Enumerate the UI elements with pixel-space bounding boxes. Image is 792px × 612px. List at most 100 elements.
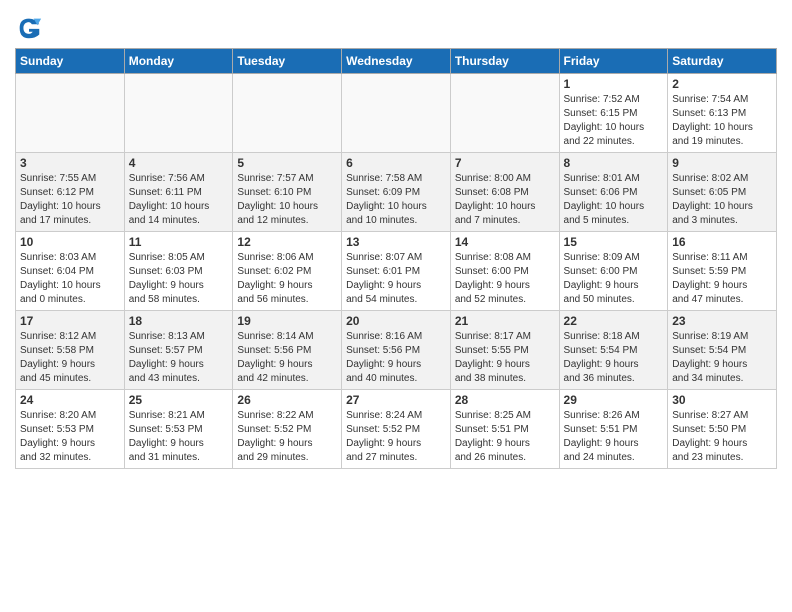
day-number: 11 (129, 235, 229, 249)
day-cell: 28 Sunrise: 8:25 AM Sunset: 5:51 PM Dayli… (450, 390, 559, 469)
week-row-3: 10Sunrise: 8:03 AM Sunset: 6:04 PM Dayli… (16, 232, 777, 311)
day-info: Sunrise: 8:00 AM Sunset: 6:08 PM Dayligh… (455, 172, 555, 228)
day-cell: 27 Sunrise: 8:24 AM Sunset: 5:52 PM Dayli… (342, 390, 451, 469)
day-cell: 5 Sunrise: 7:57 AM Sunset: 6:10 PM Daylig… (233, 153, 342, 232)
day-cell: 6Sunrise: 7:58 AM Sunset: 6:09 PM Daylig… (342, 153, 451, 232)
day-cell: 23 Sunrise: 8:19 AM Sunset: 5:54 PM Dayli… (668, 311, 777, 390)
day-number: 23 (672, 314, 772, 328)
day-number: 14 (455, 235, 555, 249)
day-number: 13 (346, 235, 446, 249)
day-number: 16 (672, 235, 772, 249)
day-info: Sunrise: 8:05 AM Sunset: 6:03 PM Dayligh… (129, 251, 229, 307)
day-cell: 13 Sunrise: 8:07 AM Sunset: 6:01 PM Dayli… (342, 232, 451, 311)
day-number: 9 (672, 156, 772, 170)
day-info: Sunrise: 8:24 AM Sunset: 5:52 PM Dayligh… (346, 409, 446, 465)
page: SundayMondayTuesdayWednesdayThursdayFrid… (0, 0, 792, 479)
week-row-1: 1 Sunrise: 7:52 AM Sunset: 6:15 PM Daylig… (16, 74, 777, 153)
week-row-4: 17 Sunrise: 8:12 AM Sunset: 5:58 PM Dayli… (16, 311, 777, 390)
day-cell: 9 Sunrise: 8:02 AM Sunset: 6:05 PM Daylig… (668, 153, 777, 232)
day-info: Sunrise: 8:19 AM Sunset: 5:54 PM Dayligh… (672, 330, 772, 386)
day-info: Sunrise: 8:12 AM Sunset: 5:58 PM Dayligh… (20, 330, 120, 386)
day-cell (342, 74, 451, 153)
day-number: 29 (564, 393, 664, 407)
day-cell: 19 Sunrise: 8:14 AM Sunset: 5:56 PM Dayli… (233, 311, 342, 390)
day-number: 3 (20, 156, 120, 170)
header-cell-wednesday: Wednesday (342, 49, 451, 74)
day-info: Sunrise: 7:54 AM Sunset: 6:13 PM Dayligh… (672, 93, 772, 149)
day-cell: 4Sunrise: 7:56 AM Sunset: 6:11 PM Daylig… (124, 153, 233, 232)
day-cell: 11 Sunrise: 8:05 AM Sunset: 6:03 PM Dayli… (124, 232, 233, 311)
day-info: Sunrise: 8:21 AM Sunset: 5:53 PM Dayligh… (129, 409, 229, 465)
day-number: 30 (672, 393, 772, 407)
header-cell-tuesday: Tuesday (233, 49, 342, 74)
day-number: 25 (129, 393, 229, 407)
week-row-5: 24 Sunrise: 8:20 AM Sunset: 5:53 PM Dayli… (16, 390, 777, 469)
header-cell-monday: Monday (124, 49, 233, 74)
day-number: 19 (237, 314, 337, 328)
day-cell (233, 74, 342, 153)
day-cell: 15Sunrise: 8:09 AM Sunset: 6:00 PM Dayli… (559, 232, 668, 311)
day-number: 4 (129, 156, 229, 170)
day-number: 8 (564, 156, 664, 170)
day-info: Sunrise: 8:20 AM Sunset: 5:53 PM Dayligh… (20, 409, 120, 465)
day-info: Sunrise: 7:55 AM Sunset: 6:12 PM Dayligh… (20, 172, 120, 228)
day-info: Sunrise: 8:06 AM Sunset: 6:02 PM Dayligh… (237, 251, 337, 307)
day-number: 21 (455, 314, 555, 328)
calendar-body: 1 Sunrise: 7:52 AM Sunset: 6:15 PM Daylig… (16, 74, 777, 469)
day-cell: 12Sunrise: 8:06 AM Sunset: 6:02 PM Dayli… (233, 232, 342, 311)
day-number: 17 (20, 314, 120, 328)
day-number: 6 (346, 156, 446, 170)
day-info: Sunrise: 7:57 AM Sunset: 6:10 PM Dayligh… (237, 172, 337, 228)
day-number: 5 (237, 156, 337, 170)
day-info: Sunrise: 8:22 AM Sunset: 5:52 PM Dayligh… (237, 409, 337, 465)
day-cell: 30 Sunrise: 8:27 AM Sunset: 5:50 PM Dayli… (668, 390, 777, 469)
day-cell: 25 Sunrise: 8:21 AM Sunset: 5:53 PM Dayli… (124, 390, 233, 469)
day-number: 22 (564, 314, 664, 328)
week-row-2: 3 Sunrise: 7:55 AM Sunset: 6:12 PM Daylig… (16, 153, 777, 232)
day-info: Sunrise: 8:16 AM Sunset: 5:56 PM Dayligh… (346, 330, 446, 386)
day-cell: 26 Sunrise: 8:22 AM Sunset: 5:52 PM Dayli… (233, 390, 342, 469)
day-cell: 29 Sunrise: 8:26 AM Sunset: 5:51 PM Dayli… (559, 390, 668, 469)
day-info: Sunrise: 8:27 AM Sunset: 5:50 PM Dayligh… (672, 409, 772, 465)
logo (15, 14, 45, 42)
day-info: Sunrise: 8:26 AM Sunset: 5:51 PM Dayligh… (564, 409, 664, 465)
header (15, 10, 777, 42)
day-info: Sunrise: 8:01 AM Sunset: 6:06 PM Dayligh… (564, 172, 664, 228)
header-cell-friday: Friday (559, 49, 668, 74)
day-cell: 14 Sunrise: 8:08 AM Sunset: 6:00 PM Dayli… (450, 232, 559, 311)
day-cell: 21Sunrise: 8:17 AM Sunset: 5:55 PM Dayli… (450, 311, 559, 390)
day-cell: 20 Sunrise: 8:16 AM Sunset: 5:56 PM Dayli… (342, 311, 451, 390)
day-number: 15 (564, 235, 664, 249)
day-cell: 7Sunrise: 8:00 AM Sunset: 6:08 PM Daylig… (450, 153, 559, 232)
day-info: Sunrise: 8:25 AM Sunset: 5:51 PM Dayligh… (455, 409, 555, 465)
day-cell: 17 Sunrise: 8:12 AM Sunset: 5:58 PM Dayli… (16, 311, 125, 390)
day-number: 10 (20, 235, 120, 249)
day-number: 26 (237, 393, 337, 407)
day-cell: 8 Sunrise: 8:01 AM Sunset: 6:06 PM Daylig… (559, 153, 668, 232)
day-number: 1 (564, 77, 664, 91)
day-info: Sunrise: 8:07 AM Sunset: 6:01 PM Dayligh… (346, 251, 446, 307)
day-cell: 18Sunrise: 8:13 AM Sunset: 5:57 PM Dayli… (124, 311, 233, 390)
day-info: Sunrise: 8:14 AM Sunset: 5:56 PM Dayligh… (237, 330, 337, 386)
header-cell-sunday: Sunday (16, 49, 125, 74)
day-info: Sunrise: 8:08 AM Sunset: 6:00 PM Dayligh… (455, 251, 555, 307)
day-cell: 1 Sunrise: 7:52 AM Sunset: 6:15 PM Daylig… (559, 74, 668, 153)
day-number: 2 (672, 77, 772, 91)
day-cell (16, 74, 125, 153)
day-number: 20 (346, 314, 446, 328)
day-info: Sunrise: 8:11 AM Sunset: 5:59 PM Dayligh… (672, 251, 772, 307)
day-info: Sunrise: 8:02 AM Sunset: 6:05 PM Dayligh… (672, 172, 772, 228)
day-number: 24 (20, 393, 120, 407)
day-number: 28 (455, 393, 555, 407)
day-info: Sunrise: 8:18 AM Sunset: 5:54 PM Dayligh… (564, 330, 664, 386)
day-cell: 10Sunrise: 8:03 AM Sunset: 6:04 PM Dayli… (16, 232, 125, 311)
day-number: 27 (346, 393, 446, 407)
day-cell: 3 Sunrise: 7:55 AM Sunset: 6:12 PM Daylig… (16, 153, 125, 232)
day-cell (450, 74, 559, 153)
day-cell: 2 Sunrise: 7:54 AM Sunset: 6:13 PM Daylig… (668, 74, 777, 153)
day-info: Sunrise: 7:52 AM Sunset: 6:15 PM Dayligh… (564, 93, 664, 149)
day-cell: 22 Sunrise: 8:18 AM Sunset: 5:54 PM Dayli… (559, 311, 668, 390)
calendar-header: SundayMondayTuesdayWednesdayThursdayFrid… (16, 49, 777, 74)
day-cell (124, 74, 233, 153)
logo-icon (15, 14, 43, 42)
